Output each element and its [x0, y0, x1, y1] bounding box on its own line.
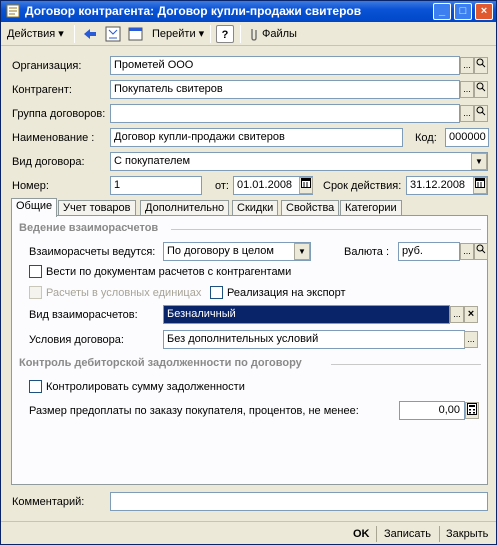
toolbar-separator: [240, 25, 241, 43]
back-arrow-icon[interactable]: [81, 25, 99, 43]
settlements-section-title: Ведение взаиморасчетов: [19, 222, 159, 234]
number-field[interactable]: 1: [110, 176, 202, 195]
calendar-icon: [301, 178, 311, 188]
code-label: Код:: [415, 132, 437, 144]
counterparty-label: Контрагент:: [12, 84, 72, 96]
calculator-icon: [467, 403, 477, 415]
maximize-button[interactable]: □: [454, 3, 472, 20]
counterparty-select-button[interactable]: ...: [460, 81, 474, 98]
toolbar: Действия ▾ Перейти ▾ ? Файлы: [1, 22, 496, 46]
contract-type-field[interactable]: С покупателем: [110, 152, 488, 171]
name-field[interactable]: Договор купли-продажи свитеров: [110, 128, 403, 147]
actions-menu-label: Действия: [7, 28, 56, 40]
tab-general[interactable]: Общие: [11, 198, 58, 217]
toolbar-separator: [74, 25, 75, 43]
settlement-kind-field[interactable]: Безналичный: [163, 305, 450, 324]
control-debt-checkbox[interactable]: [29, 380, 42, 393]
export-checkbox[interactable]: [210, 286, 223, 299]
minimize-button[interactable]: _: [433, 3, 451, 20]
goto-icon[interactable]: [127, 25, 145, 43]
code-field[interactable]: 000000: [445, 128, 489, 147]
magnifier-icon: [476, 106, 486, 116]
date-from-label: от:: [215, 180, 229, 192]
number-label: Номер:: [12, 180, 49, 192]
tab-properties[interactable]: Свойства: [281, 200, 340, 216]
debt-section-title: Контроль дебиторской задолженности по до…: [19, 357, 302, 369]
settlement-kind-clear-button[interactable]: ×: [464, 306, 478, 323]
organization-label: Организация:: [12, 60, 82, 72]
settlement-kind-select-button[interactable]: ...: [450, 306, 464, 323]
by-docs-checkbox[interactable]: [29, 265, 42, 278]
group-open-button[interactable]: [474, 105, 488, 122]
goto-menu-label: Перейти: [152, 28, 196, 40]
footer-separator: [439, 526, 440, 542]
tab-discounts[interactable]: Скидки: [232, 200, 279, 216]
terms-field[interactable]: Без дополнительных условий: [163, 330, 465, 349]
contract-type-label: Вид договора:: [12, 156, 85, 168]
conventional-units-checkbox[interactable]: [29, 286, 42, 299]
group-label: Группа договоров:: [12, 108, 106, 120]
magnifier-icon: [476, 244, 486, 254]
name-label: Наименование :: [12, 132, 95, 144]
footer-separator: [376, 526, 377, 542]
conventional-units-label: Расчеты в условных единицах: [46, 287, 202, 299]
settlements-by-dropdown-button[interactable]: ▼: [294, 243, 310, 260]
counterparty-open-button[interactable]: [474, 81, 488, 98]
currency-open-button[interactable]: [474, 243, 488, 260]
section-divider: [171, 229, 481, 230]
tab-categories[interactable]: Категории: [340, 200, 402, 216]
contract-window: Договор контрагента: Договор купли-прода…: [0, 0, 497, 545]
organization-field[interactable]: Прометей ООО: [110, 56, 460, 75]
settlement-kind-label: Вид взаиморасчетов:: [29, 309, 138, 321]
paperclip-icon: [251, 29, 257, 41]
title-bar: Договор контрагента: Договор купли-прода…: [1, 1, 496, 22]
group-field[interactable]: [110, 104, 460, 123]
settlements-by-select[interactable]: По договору в целом: [163, 242, 311, 261]
files-button[interactable]: Файлы: [262, 25, 297, 43]
magnifier-icon: [476, 58, 486, 68]
ok-button[interactable]: OK: [353, 526, 370, 542]
currency-label: Валюта :: [344, 246, 390, 258]
tab-goods-accounting[interactable]: Учет товаров: [58, 200, 136, 216]
contract-type-dropdown-button[interactable]: ▼: [471, 153, 487, 170]
group-select-button[interactable]: ...: [460, 105, 474, 122]
prepayment-label: Размер предоплаты по заказу покупателя, …: [29, 405, 359, 417]
toolbar-separator: [210, 25, 211, 43]
valid-until-label: Срок действия:: [323, 180, 402, 192]
window-title: Договор контрагента: Договор купли-прода…: [25, 4, 362, 18]
prepayment-field[interactable]: 0,00: [399, 401, 465, 420]
footer-bar: OK Записать Закрыть: [1, 521, 496, 544]
tab-additional[interactable]: Дополнительно: [140, 200, 230, 216]
close-window-button[interactable]: ×: [475, 3, 493, 20]
calculator-button[interactable]: [465, 402, 479, 419]
save-button[interactable]: Записать: [384, 526, 431, 542]
comment-label: Комментарий:: [12, 496, 85, 508]
valid-until-calendar-button[interactable]: [473, 177, 487, 194]
settlements-by-label: Взаиморасчеты ведутся:: [29, 246, 156, 258]
control-debt-label: Контролировать сумму задолженности: [46, 381, 245, 393]
terms-label: Условия договора:: [29, 334, 124, 346]
currency-select-button[interactable]: ...: [460, 243, 474, 260]
currency-field[interactable]: руб.: [398, 242, 460, 261]
counterparty-field[interactable]: Покупатель свитеров: [110, 80, 460, 99]
organization-select-button[interactable]: ...: [460, 57, 474, 74]
structure-icon[interactable]: [104, 25, 122, 43]
export-label: Реализация на экспорт: [227, 287, 346, 299]
comment-field[interactable]: [110, 492, 488, 511]
section-divider: [331, 364, 481, 365]
magnifier-icon: [476, 82, 486, 92]
calendar-icon: [475, 178, 485, 188]
date-from-calendar-button[interactable]: [299, 177, 313, 194]
actions-menu[interactable]: Действия ▾: [7, 25, 64, 43]
by-docs-label: Вести по документам расчетов с контраген…: [46, 266, 292, 278]
help-button[interactable]: ?: [216, 25, 234, 43]
organization-open-button[interactable]: [474, 57, 488, 74]
terms-select-button[interactable]: ...: [464, 331, 478, 348]
close-button[interactable]: Закрыть: [446, 526, 488, 542]
form-icon: [6, 4, 20, 18]
goto-menu[interactable]: Перейти ▾: [152, 25, 204, 43]
